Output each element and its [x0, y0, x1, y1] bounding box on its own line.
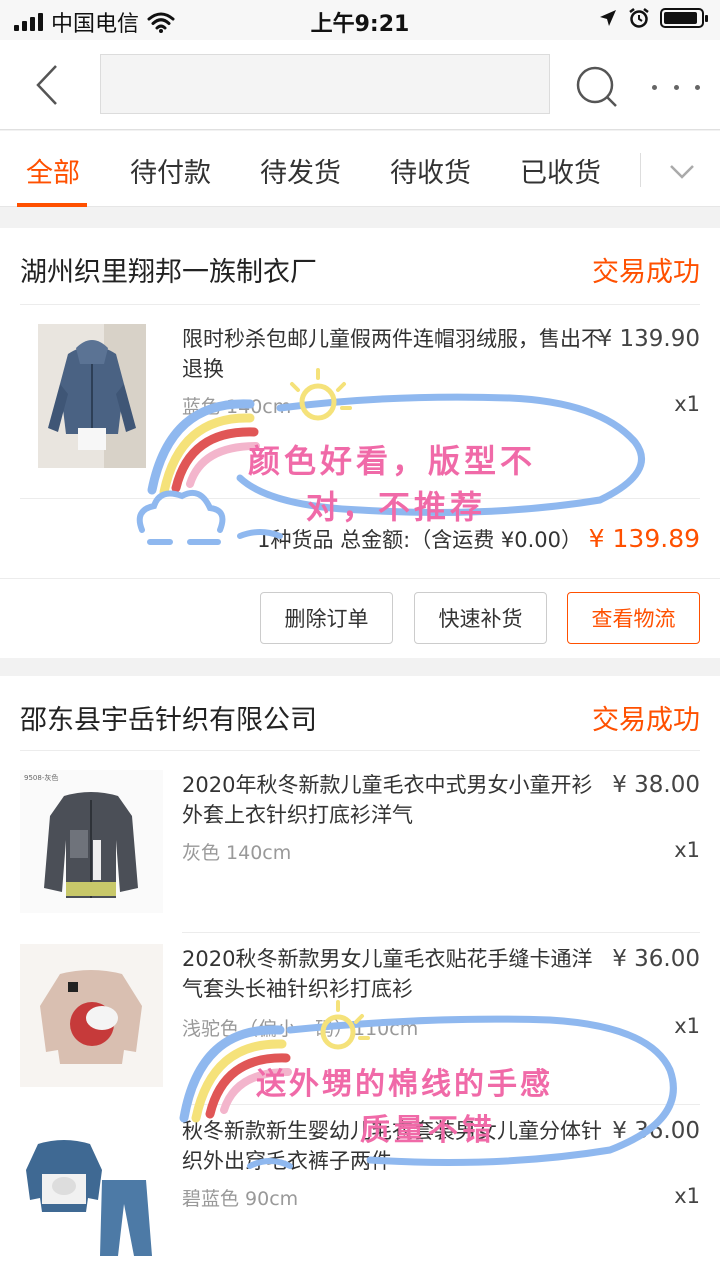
chevron-down-icon	[670, 165, 694, 179]
order-card: 湖州织里翔邦一族制衣厂 交易成功 限时秒杀包邮儿童假两件连帽羽绒服，售出不退换 …	[0, 228, 720, 658]
quick-restock-button[interactable]: 快速补货	[414, 592, 547, 644]
dot-icon	[695, 84, 700, 90]
order-item[interactable]: 秋冬新款新生婴幼儿毛衣套装男女儿童分体针织外出穿毛衣裤子两件 碧蓝色 90cm …	[0, 1104, 720, 1280]
chevron-left-icon	[36, 65, 57, 105]
baby-sweater-set-image	[20, 1120, 163, 1263]
active-tab-indicator	[17, 203, 87, 207]
search-input[interactable]	[100, 54, 550, 114]
order-status: 交易成功	[592, 705, 700, 736]
product-thumbnail	[38, 324, 146, 468]
tab-divider	[640, 153, 641, 187]
order-card: 邵东县宇岳针织有限公司 交易成功 9508-灰色 2020年秋冬新款儿童毛衣中式…	[0, 676, 720, 1280]
order-status: 交易成功	[592, 257, 700, 288]
product-quantity: x1	[674, 1014, 700, 1038]
shop-name[interactable]: 湖州织里翔邦一族制衣厂	[20, 250, 317, 289]
dot-icon	[652, 84, 657, 90]
product-sku: 灰色 140cm	[182, 842, 292, 864]
svg-text:9508-灰色: 9508-灰色	[24, 773, 58, 782]
status-right	[598, 7, 708, 29]
product-quantity: x1	[674, 392, 700, 416]
delete-order-button[interactable]: 删除订单	[260, 592, 393, 644]
location-arrow-icon	[600, 10, 616, 26]
sweater-image	[20, 944, 163, 1087]
search-button[interactable]	[572, 62, 622, 112]
order-summary: 1种货品 总金额:（含运费 ¥0.00） ¥ 139.89	[257, 524, 700, 554]
nav-bar	[0, 40, 720, 130]
product-thumbnail	[20, 944, 163, 1087]
product-quantity: x1	[674, 1184, 700, 1208]
tab-all[interactable]: 全部	[26, 151, 80, 190]
product-thumbnail: 9508-灰色	[20, 770, 163, 913]
divider	[20, 498, 700, 499]
tab-pending-shipment[interactable]: 待发货	[260, 151, 341, 190]
product-title: 秋冬新款新生婴幼儿毛衣套装男女儿童分体针织外出穿毛衣裤子两件	[182, 1119, 602, 1173]
cardigan-image: 9508-灰色	[20, 770, 163, 913]
product-thumbnail	[20, 1120, 163, 1263]
product-sku: 蓝色 140cm	[182, 396, 292, 418]
back-button[interactable]	[24, 60, 74, 110]
product-price: ¥ 36.00	[612, 1118, 700, 1144]
product-quantity: x1	[674, 838, 700, 862]
order-item[interactable]: 限时秒杀包邮儿童假两件连帽羽绒服，售出不退换 蓝色 140cm ¥ 139.90…	[0, 304, 720, 498]
tab-pending-payment[interactable]: 待付款	[130, 151, 211, 190]
tab-received[interactable]: 已收货	[520, 151, 601, 190]
order-tabs: 全部 待付款 待发货 待收货 已收货	[0, 131, 720, 207]
product-price: ¥ 36.00	[612, 946, 700, 972]
product-sku: 浅驼色（偏小一码）110cm	[182, 1018, 419, 1040]
order-item[interactable]: 9508-灰色 2020年秋冬新款儿童毛衣中式男女小童开衫外套上衣针织打底衫洋气…	[0, 750, 720, 932]
product-title: 2020秋冬新款男女儿童毛衣贴花手缝卡通洋气套头长袖针织衫打底衫	[182, 947, 593, 1001]
divider	[0, 578, 720, 579]
more-button[interactable]	[646, 62, 706, 112]
alarm-icon	[629, 8, 649, 28]
tab-pending-receipt[interactable]: 待收货	[390, 151, 471, 190]
order-item[interactable]: 2020秋冬新款男女儿童毛衣贴花手缝卡通洋气套头长袖针织衫打底衫 浅驼色（偏小一…	[0, 932, 720, 1104]
product-sku: 碧蓝色 90cm	[182, 1188, 299, 1210]
shop-name[interactable]: 邵东县宇岳针织有限公司	[20, 698, 317, 737]
view-logistics-button[interactable]: 查看物流	[567, 592, 700, 644]
dot-icon	[673, 84, 679, 90]
summary-label: 1种货品 总金额:（含运费 ¥0.00）	[257, 528, 582, 552]
product-title: 2020年秋冬新款儿童毛衣中式男女小童开衫外套上衣针织打底衫洋气	[182, 773, 593, 827]
product-price: ¥ 139.90	[597, 326, 700, 352]
order-total: ¥ 139.89	[588, 524, 700, 553]
puffer-jacket-image	[38, 324, 146, 468]
tabs-expand-button[interactable]	[664, 153, 700, 189]
product-price: ¥ 38.00	[612, 772, 700, 798]
product-title: 限时秒杀包邮儿童假两件连帽羽绒服，售出不退换	[182, 327, 602, 381]
search-icon	[576, 66, 617, 107]
battery-icon	[660, 8, 708, 28]
status-bar: 中国电信 上午9:21	[0, 0, 720, 40]
